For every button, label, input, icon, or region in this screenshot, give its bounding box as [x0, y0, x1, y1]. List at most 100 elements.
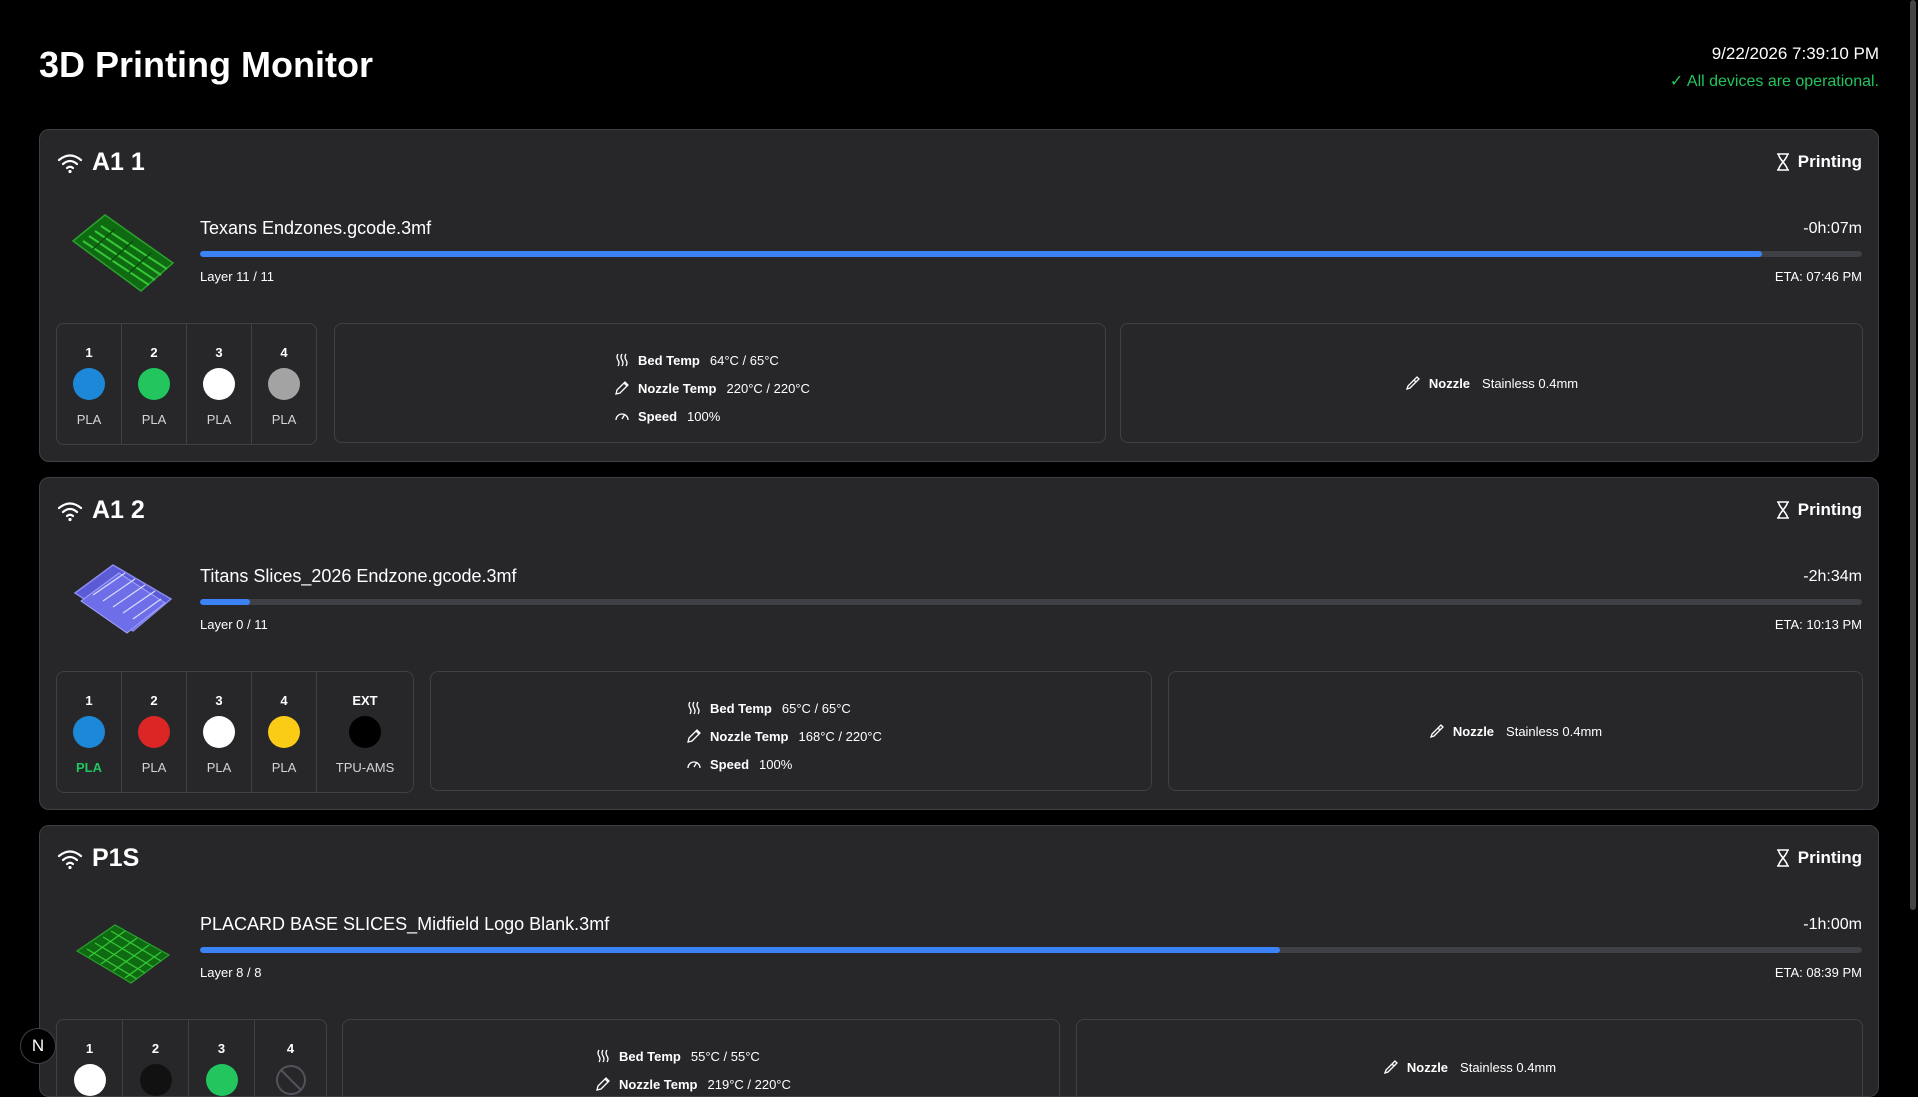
temperature-panel: Bed Temp 55°C / 55°C Nozzle Temp 219°C /… — [342, 1019, 1060, 1096]
bed-temp-value: 55°C / 55°C — [690, 1048, 760, 1064]
nozzle-value: Stainless 0.4mm — [1506, 723, 1603, 739]
nozzle-info: Nozzle Stainless 0.4mm — [1169, 672, 1862, 790]
hourglass-icon — [1776, 501, 1789, 519]
ams-slot[interactable]: 2 PLA — [122, 672, 187, 792]
page-scrollbar[interactable] — [1910, 0, 1916, 910]
ams-slot[interactable]: 1 PLA — [57, 672, 122, 792]
slot-number: 1 — [85, 693, 93, 708]
slot-number: 3 — [217, 1041, 226, 1056]
slot-number: 4 — [280, 345, 288, 360]
filament-color-swatch — [205, 1064, 238, 1096]
filament-material: PLA — [76, 412, 102, 427]
slot-number: 1 — [85, 1041, 94, 1056]
slot-number: 3 — [215, 693, 223, 708]
ams-slot[interactable]: 3 PLA — [187, 672, 252, 792]
print-file-name: Texans Endzones.gcode.3mf — [200, 218, 432, 238]
filament-material-active: PLA — [76, 760, 102, 775]
slot-number: 2 — [150, 345, 158, 360]
slot-number: 2 — [150, 693, 158, 708]
bed-temp-value: 64°C / 65°C — [709, 352, 779, 368]
speed-row: Speed 100% — [614, 402, 810, 430]
pencil-icon — [687, 729, 701, 743]
filament-material: PLA — [206, 760, 232, 775]
page-header: 3D Printing Monitor 9/22/2026 7:39:10 PM… — [39, 40, 1879, 110]
printer-name: P1S — [92, 844, 140, 872]
filament-color-swatch — [73, 716, 105, 748]
wifi-icon — [57, 154, 83, 174]
eta-time: ETA: 10:13 PM — [1774, 617, 1862, 632]
printer-card-a1-2: A1 2 Printing Titans Slices_2026 Endzone… — [39, 477, 1879, 810]
filament-color-swatch — [138, 368, 170, 400]
nozzle-label: Nozzle — [1428, 375, 1471, 391]
progress-bar — [200, 947, 1862, 953]
slot-number: 4 — [286, 1041, 295, 1056]
ams-slot[interactable]: 3 PLA — [187, 324, 252, 444]
gauge-icon — [615, 413, 629, 421]
ams-slot[interactable]: 4 PLA — [252, 324, 316, 444]
filament-color-swatch — [73, 368, 105, 400]
ams-slot[interactable]: 3 — [189, 1020, 255, 1096]
eta-time: ETA: 07:46 PM — [1774, 269, 1862, 284]
ams-slots: 1 PLA 2 PLA 3 PLA 4 PLA EXT TPU-AMS — [56, 671, 414, 793]
ams-slot[interactable]: 2 — [123, 1020, 189, 1096]
speed-value: 100% — [687, 408, 721, 424]
ams-slot[interactable]: 4 PLA — [252, 672, 317, 792]
progress-bar — [200, 251, 1862, 257]
filament-material: TPU-AMS — [335, 760, 395, 775]
wifi-icon — [57, 850, 83, 870]
nozzle-panel: Nozzle Stainless 0.4mm — [1168, 671, 1863, 791]
temperature-panel: Bed Temp 65°C / 65°C Nozzle Temp 168°C /… — [430, 671, 1152, 791]
nozzle-temp-value: 220°C / 220°C — [726, 380, 810, 396]
speed-label: Speed — [710, 756, 750, 772]
filament-material: PLA — [206, 412, 232, 427]
filament-material: PLA — [141, 760, 167, 775]
layer-progress: Layer 11 / 11 — [200, 269, 274, 284]
slot-number: 3 — [215, 345, 223, 360]
bed-temp-row: Bed Temp 64°C / 65°C — [614, 346, 810, 374]
printer-card-p1s: P1S Printing PLACARD BASE SLICES_Midfiel… — [39, 825, 1879, 1097]
bed-temp-label: Bed Temp — [619, 1048, 681, 1064]
devtools-badge[interactable]: N — [20, 1028, 56, 1064]
speed-row: Speed 100% — [686, 750, 882, 778]
printer-card-a1-1: A1 1 Printing Texans Endzones.gcode.3mf … — [39, 129, 1879, 462]
printer-status: Printing — [1776, 848, 1862, 868]
ams-slot[interactable]: 1 PLA — [57, 324, 122, 444]
progress-fill — [200, 947, 1281, 953]
slot-number: 1 — [85, 345, 93, 360]
time-remaining: -0h:07m — [1803, 220, 1862, 237]
ams-slot-empty[interactable]: 4 — [255, 1020, 326, 1096]
eta-time: ETA: 08:39 PM — [1774, 965, 1862, 980]
hourglass-icon — [1776, 153, 1789, 171]
bed-temp-row: Bed Temp 55°C / 55°C — [595, 1042, 791, 1070]
print-thumbnail — [71, 214, 175, 292]
external-spool-slot[interactable]: EXT TPU-AMS — [317, 672, 413, 792]
ams-slots: 1 2 3 4 — [56, 1019, 327, 1096]
slot-number: EXT — [352, 693, 378, 708]
filament-color-swatch — [73, 1064, 106, 1096]
printer-status-label: Printing — [1797, 152, 1862, 171]
ams-slot[interactable]: 1 — [57, 1020, 123, 1096]
layer-progress: Layer 0 / 11 — [200, 617, 268, 632]
hourglass-icon — [1776, 849, 1789, 867]
print-thumbnail — [73, 564, 173, 634]
nozzle-label: Nozzle — [1452, 723, 1495, 739]
nozzle-label: Nozzle — [1406, 1059, 1449, 1075]
print-file-name: Titans Slices_2026 Endzone.gcode.3mf — [200, 566, 517, 586]
filament-color-swatch — [349, 716, 381, 748]
page-title: 3D Printing Monitor — [39, 44, 373, 85]
nozzle-info: Nozzle Stainless 0.4mm — [1077, 1020, 1862, 1096]
filament-color-swatch — [268, 368, 300, 400]
header-status-area: 9/22/2026 7:39:10 PM ✓ All devices are o… — [1670, 44, 1879, 91]
progress-fill — [200, 599, 250, 605]
bed-temp-label: Bed Temp — [638, 352, 700, 368]
ams-slots: 1 PLA 2 PLA 3 PLA 4 PLA — [56, 323, 317, 445]
pipette-icon — [1383, 1060, 1398, 1075]
filament-color-swatch — [138, 716, 170, 748]
ams-slot[interactable]: 2 PLA — [122, 324, 187, 444]
progress-bar — [200, 599, 1862, 605]
nozzle-info: Nozzle Stainless 0.4mm — [1121, 324, 1862, 442]
slot-number: 4 — [280, 693, 288, 708]
printer-name: A1 2 — [92, 496, 145, 524]
slot-number: 2 — [151, 1041, 160, 1056]
heat-icon — [688, 701, 700, 715]
